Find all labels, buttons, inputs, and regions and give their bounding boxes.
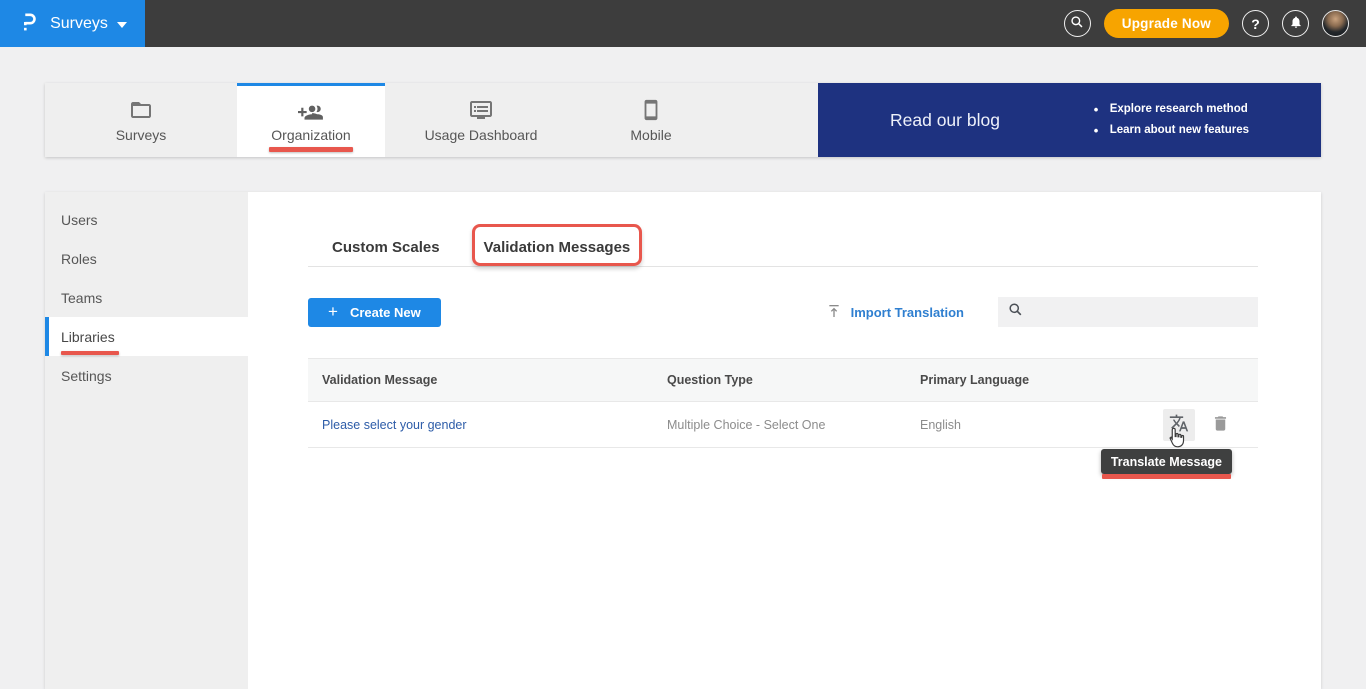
translate-icon — [1169, 413, 1189, 436]
sidebar-item-label: Settings — [61, 368, 112, 384]
sidebar-item-teams[interactable]: Teams — [45, 278, 248, 317]
blog-banner[interactable]: Read our blog Explore research method Le… — [818, 83, 1321, 157]
notifications-button[interactable] — [1282, 10, 1309, 37]
sidebar-item-roles[interactable]: Roles — [45, 239, 248, 278]
group-add-icon — [298, 100, 324, 122]
annotation-underline-libraries — [61, 351, 119, 355]
bell-icon — [1289, 15, 1303, 32]
column-header-validation-message: Validation Message — [308, 373, 667, 387]
validation-message-link[interactable]: Please select your gender — [308, 418, 667, 432]
upgrade-now-button[interactable]: Upgrade Now — [1104, 9, 1229, 38]
nav-tab-label: Organization — [271, 127, 350, 143]
dashboard-icon — [469, 98, 493, 122]
user-avatar[interactable] — [1322, 10, 1349, 37]
blog-bullet: Learn about new features — [1094, 120, 1249, 141]
translate-message-button[interactable] — [1163, 409, 1195, 441]
sidebar-item-users[interactable]: Users — [45, 200, 248, 239]
primary-nav-row: Surveys Organization Usage Dashboard — [45, 83, 1321, 157]
product-switcher[interactable]: Surveys — [0, 0, 145, 47]
import-translation-label: Import Translation — [851, 305, 964, 320]
question-type-cell: Multiple Choice - Select One — [667, 418, 920, 432]
search-icon — [1070, 15, 1084, 32]
nav-tab-mobile[interactable]: Mobile — [577, 83, 725, 157]
tab-validation-messages[interactable]: Validation Messages — [484, 230, 631, 266]
sidebar-item-label: Users — [61, 212, 98, 228]
toolbar: + Create New Import Translation — [308, 296, 1258, 328]
primary-nav: Surveys Organization Usage Dashboard — [45, 83, 818, 157]
nav-tab-label: Mobile — [630, 127, 671, 143]
search-input[interactable] — [1031, 297, 1258, 327]
validation-messages-table: Validation Message Question Type Primary… — [308, 358, 1258, 448]
delete-message-button[interactable] — [1211, 414, 1230, 436]
primary-language-cell: English — [920, 418, 1160, 432]
sidebar-item-libraries[interactable]: Libraries — [45, 317, 248, 356]
nav-tab-label: Surveys — [116, 127, 167, 143]
organization-sidebar: Users Roles Teams Libraries Settings — [45, 192, 248, 689]
tab-label: Custom Scales — [332, 239, 440, 256]
column-header-primary-language: Primary Language — [920, 373, 1160, 387]
blog-banner-bullets: Explore research method Learn about new … — [1094, 99, 1249, 141]
sidebar-item-label: Libraries — [61, 329, 115, 345]
nav-tab-usage-dashboard[interactable]: Usage Dashboard — [407, 83, 555, 157]
table-search-field[interactable] — [998, 297, 1258, 327]
annotation-underline-organization — [269, 147, 353, 152]
row-actions — [1160, 409, 1258, 441]
plus-icon: + — [328, 302, 338, 322]
folder-icon — [129, 98, 153, 122]
main-card: Users Roles Teams Libraries Settings Cus… — [45, 192, 1321, 689]
import-translation-link[interactable]: Import Translation — [826, 303, 964, 322]
blog-bullet: Explore research method — [1094, 99, 1249, 120]
blog-banner-title: Read our blog — [890, 110, 1000, 131]
nav-tab-organization[interactable]: Organization — [237, 83, 385, 157]
sidebar-item-label: Roles — [61, 251, 97, 267]
sidebar-item-settings[interactable]: Settings — [45, 356, 248, 395]
product-name: Surveys — [50, 15, 108, 33]
tooltip-label: Translate Message — [1111, 455, 1222, 469]
question-mark-icon: ? — [1251, 16, 1260, 32]
topbar: Surveys Upgrade Now ? — [0, 0, 1366, 47]
create-new-button[interactable]: + Create New — [308, 298, 441, 327]
column-header-question-type: Question Type — [667, 373, 920, 387]
translate-message-tooltip: Translate Message — [1101, 449, 1232, 474]
table-header-row: Validation Message Question Type Primary… — [308, 358, 1258, 402]
search-icon — [1008, 302, 1023, 322]
libraries-content: Custom Scales Validation Messages + Crea… — [248, 192, 1321, 689]
search-button[interactable] — [1064, 10, 1091, 37]
tab-label: Validation Messages — [484, 239, 631, 256]
sidebar-item-label: Teams — [61, 290, 102, 306]
tab-custom-scales[interactable]: Custom Scales — [332, 230, 440, 266]
nav-tab-label: Usage Dashboard — [425, 127, 538, 143]
chevron-down-icon — [117, 22, 127, 28]
libraries-tabs: Custom Scales Validation Messages — [308, 230, 1258, 267]
create-new-label: Create New — [350, 305, 421, 320]
trash-icon — [1211, 414, 1230, 436]
help-button[interactable]: ? — [1242, 10, 1269, 37]
import-icon — [826, 303, 842, 322]
questionpro-logo-icon — [18, 10, 41, 38]
annotation-underline-tooltip — [1102, 474, 1231, 479]
nav-tab-surveys[interactable]: Surveys — [67, 83, 215, 157]
smartphone-icon — [640, 98, 662, 122]
table-row: Please select your gender Multiple Choic… — [308, 402, 1258, 448]
